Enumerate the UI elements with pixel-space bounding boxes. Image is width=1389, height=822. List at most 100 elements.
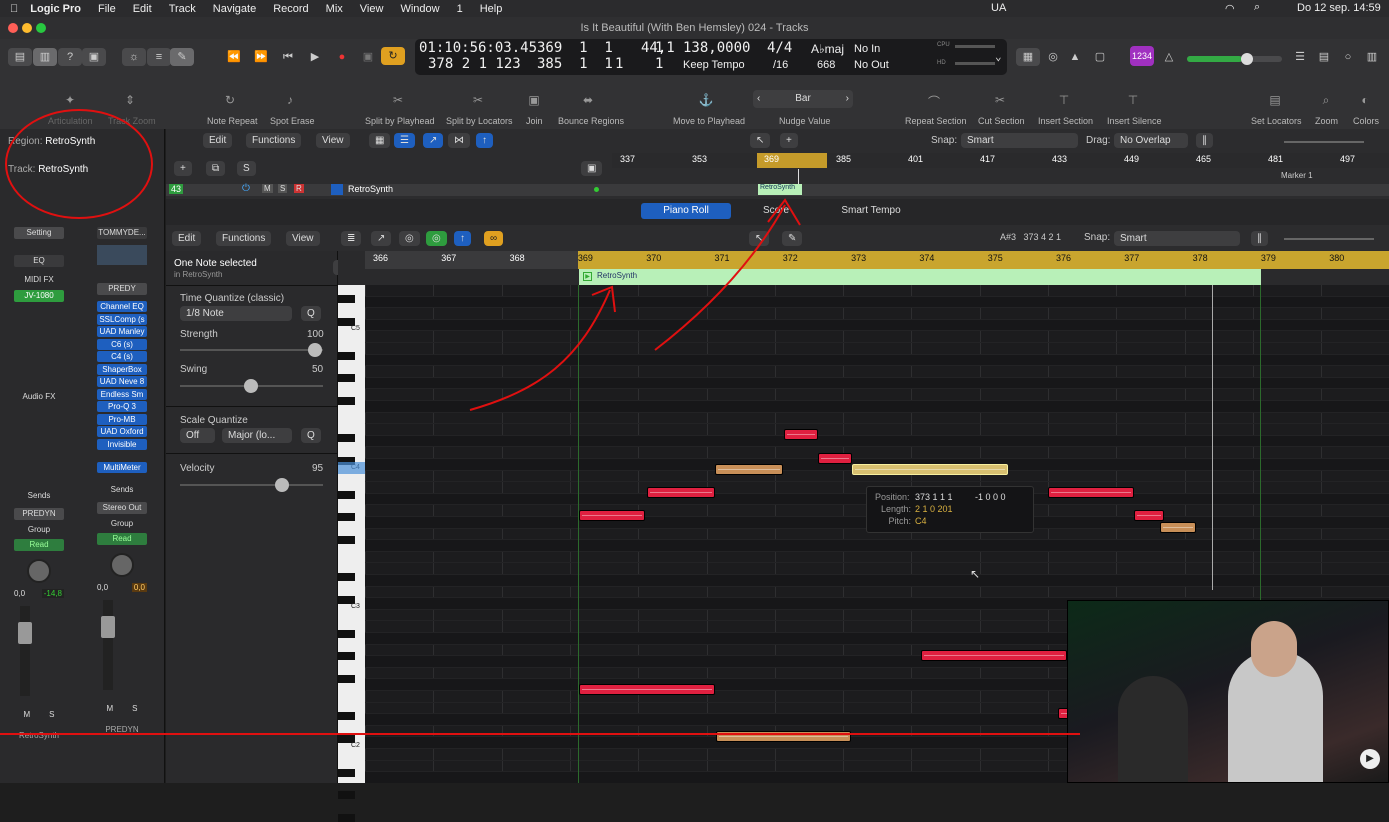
split-by-locators-button[interactable]: Split by Locators xyxy=(446,116,513,126)
countin-icon[interactable]: ▢ xyxy=(1088,48,1112,66)
set-locators-button[interactable]: Set Locators xyxy=(1251,116,1302,126)
piano-roll-grid[interactable]: Position: 373 1 1 1 -1 0 0 0 Length: 2 1 0 … xyxy=(365,285,1389,783)
plugin-slot[interactable]: Pro-Q 3 xyxy=(97,401,147,412)
pr-view-menu[interactable]: View xyxy=(286,231,320,246)
black-key[interactable] xyxy=(338,675,355,683)
browser-button[interactable]: ▥ xyxy=(1360,48,1384,66)
bounce-regions-icon[interactable]: ⬌ xyxy=(580,93,596,109)
pointer-tool[interactable]: ↖ xyxy=(750,133,771,148)
nudge-left-icon[interactable]: ‹ xyxy=(757,90,760,108)
track-row[interactable]: 43 ⏻ M S R RetroSynth RetroSynth Marker … xyxy=(166,171,1389,196)
nudge-right-icon[interactable]: › xyxy=(846,90,849,108)
black-key[interactable] xyxy=(338,513,355,521)
velocity-slider-knob[interactable] xyxy=(275,478,289,492)
inspector-button[interactable]: ▥ xyxy=(33,48,57,66)
tracks-drag-menu[interactable]: No Overlap xyxy=(1114,133,1188,148)
nudge-value-control[interactable]: ‹ Bar › xyxy=(753,90,853,108)
tab-smart-tempo[interactable]: Smart Tempo xyxy=(826,203,916,219)
forward-icon[interactable]: ⏩ xyxy=(249,48,273,66)
pr-catch-icon[interactable]: ↑ xyxy=(454,231,471,246)
capture-record-icon[interactable]: ▣ xyxy=(356,48,380,66)
record-icon[interactable]: ● xyxy=(330,48,354,66)
midi-note[interactable] xyxy=(579,684,715,695)
midi-note[interactable] xyxy=(647,487,715,498)
sends-label[interactable]: Sends xyxy=(14,491,64,500)
rewind-icon[interactable]: ⏪ xyxy=(222,48,246,66)
plugin-slot[interactable]: UAD Manley xyxy=(97,326,147,337)
split-by-playhead-button[interactable]: Split by Playhead xyxy=(365,116,435,126)
menu-view[interactable]: View xyxy=(360,3,384,15)
black-key[interactable] xyxy=(338,814,355,822)
menu-record[interactable]: Record xyxy=(273,3,308,15)
automation-icon[interactable]: ↗ xyxy=(423,133,444,148)
master-volume-knob[interactable] xyxy=(1241,53,1253,65)
note-repeat-icon[interactable]: ↻ xyxy=(222,93,238,109)
insert-silence-button[interactable]: Insert Silence xyxy=(1107,116,1162,126)
pr-functions-menu[interactable]: Functions xyxy=(216,231,272,246)
apple-icon[interactable]:  xyxy=(10,3,18,15)
menu-navigate[interactable]: Navigate xyxy=(213,3,256,15)
pr-link-icon[interactable]: ∞ xyxy=(484,231,504,246)
tracks-view-menu[interactable]: View xyxy=(316,133,350,148)
close-window-icon[interactable] xyxy=(8,23,18,33)
count-in-button[interactable]: 1234 xyxy=(1130,46,1154,66)
plugin-slot[interactable]: Invisible xyxy=(97,438,147,450)
midi-note[interactable] xyxy=(579,510,645,521)
plugin-slot[interactable]: UAD Oxford xyxy=(97,426,147,437)
insert-section-icon[interactable]: ⊤ xyxy=(1056,93,1072,109)
swing-slider-knob[interactable] xyxy=(244,379,258,393)
midi-note[interactable] xyxy=(921,650,1067,661)
midi-note[interactable] xyxy=(1048,487,1134,498)
pr-snap-menu[interactable]: Smart xyxy=(1114,231,1240,246)
list-view-icon[interactable]: ☰ xyxy=(394,133,415,148)
repeat-section-button[interactable]: Repeat Section xyxy=(905,116,967,126)
automation-read-2[interactable]: Read xyxy=(97,532,147,545)
strength-slider-knob[interactable] xyxy=(308,343,322,357)
black-key[interactable] xyxy=(338,295,355,303)
mute-button[interactable]: M xyxy=(23,710,30,719)
midi-note[interactable] xyxy=(784,429,818,440)
pr-pointer-tool[interactable]: ↖ xyxy=(749,231,770,246)
colors-button[interactable]: Colors xyxy=(1353,116,1379,126)
add-track-button[interactable]: + xyxy=(174,161,192,176)
output-slot-2[interactable]: Stereo Out xyxy=(97,501,147,514)
time-quantize-menu[interactable]: 1/8 Note xyxy=(180,306,292,321)
toolbar-button[interactable]: ▣ xyxy=(82,48,106,66)
join-button[interactable]: Join xyxy=(526,116,543,126)
mixer-button[interactable]: ≡ xyxy=(147,48,171,66)
group-label[interactable]: Group xyxy=(14,525,64,534)
insert-silence-icon[interactable]: ⊤ xyxy=(1125,93,1141,109)
midi-note[interactable] xyxy=(715,464,783,475)
track-region[interactable]: RetroSynth xyxy=(758,184,802,195)
menu-edit[interactable]: Edit xyxy=(133,3,152,15)
join-icon[interactable]: ▣ xyxy=(526,93,542,109)
region-play-icon[interactable]: ▶ xyxy=(583,272,592,281)
note-repeat-button[interactable]: Note Repeat xyxy=(207,116,258,126)
minimize-window-icon[interactable] xyxy=(22,23,32,33)
menu-mix[interactable]: Mix xyxy=(326,3,343,15)
power-icon[interactable]: ⏻ xyxy=(242,183,250,194)
zoom-button[interactable]: Zoom xyxy=(1315,116,1338,126)
spot-erase-button[interactable]: Spot Erase xyxy=(270,116,315,126)
setting-button[interactable]: Setting xyxy=(14,227,64,239)
smart-controls-button[interactable]: ☼ xyxy=(122,48,146,66)
cut-section-icon[interactable]: ✂ xyxy=(992,93,1008,109)
set-locators-icon[interactable]: ▤ xyxy=(1267,93,1283,109)
midi-fx-label[interactable]: MIDI FX xyxy=(14,275,64,284)
menu-window[interactable]: Window xyxy=(400,3,439,15)
plugin-slot[interactable]: Pro-MB xyxy=(97,413,147,425)
scale-quantize-q-button[interactable]: Q xyxy=(301,428,321,443)
pr-midi-in-icon[interactable]: ◎ xyxy=(399,231,420,246)
grid-view-icon[interactable]: ▦ xyxy=(369,133,391,148)
global-solo-button[interactable]: S xyxy=(237,161,256,176)
tab-piano-roll[interactable]: Piano Roll xyxy=(641,203,731,219)
catch-icon[interactable]: ↑ xyxy=(476,133,493,148)
solo-button[interactable]: S xyxy=(49,710,54,719)
time-quantize-q-button[interactable]: Q xyxy=(301,306,321,321)
waveform-zoom-icon[interactable]: ∥ xyxy=(1196,133,1213,148)
setting-button-2[interactable]: TOMMYDE... xyxy=(97,227,147,239)
lcd-dropdown-icon[interactable]: ⌄ xyxy=(995,50,1002,63)
predy-slot[interactable]: PREDY xyxy=(97,283,147,295)
pr-pencil-tool[interactable]: ✎ xyxy=(782,231,803,246)
zoom-icon[interactable]: ⌕ xyxy=(1318,93,1334,109)
